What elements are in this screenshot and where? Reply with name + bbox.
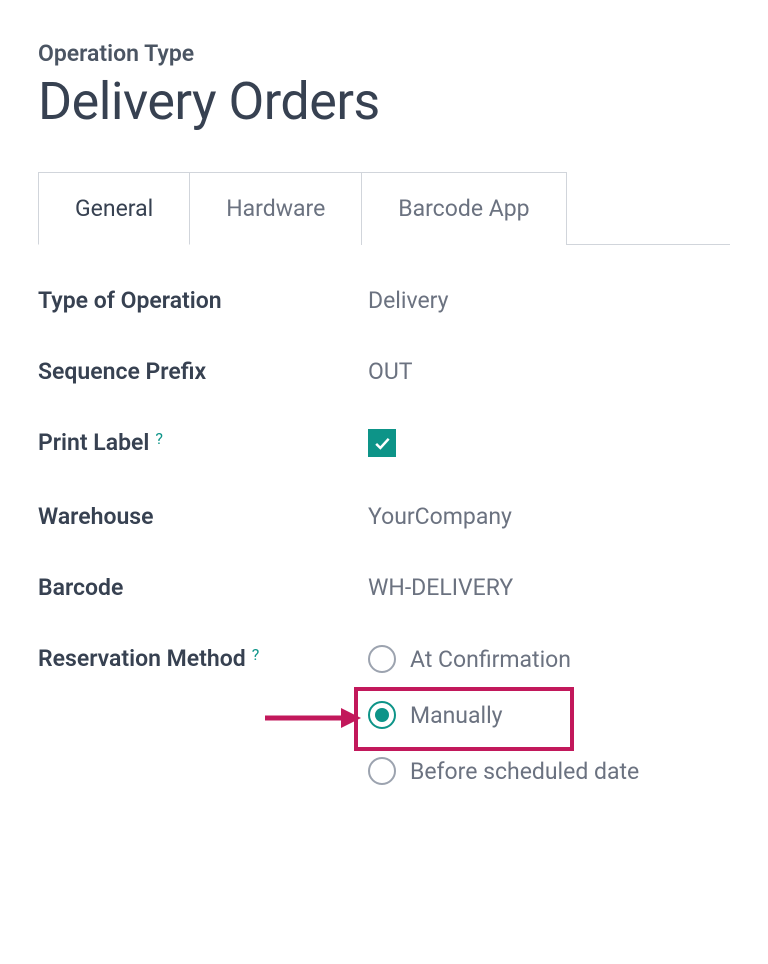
tab-hardware[interactable]: Hardware <box>190 172 362 245</box>
value-reservation-method: At Confirmation Manually Before schedule… <box>368 645 730 785</box>
field-sequence-prefix: Sequence Prefix OUT <box>38 358 730 385</box>
help-icon[interactable]: ? <box>155 429 163 448</box>
value-sequence-prefix: OUT <box>368 358 730 385</box>
value-barcode: WH-DELIVERY <box>368 574 730 601</box>
value-type-of-operation: Delivery <box>368 287 730 314</box>
field-type-of-operation: Type of Operation Delivery <box>38 287 730 314</box>
radio-icon <box>368 701 396 729</box>
radio-label: Before scheduled date <box>410 758 639 785</box>
label-barcode: Barcode <box>38 574 368 601</box>
radio-manually[interactable]: Manually <box>368 701 730 729</box>
label-warehouse: Warehouse <box>38 503 368 530</box>
value-warehouse: YourCompany <box>368 503 730 530</box>
checkbox-print-label[interactable] <box>368 429 396 457</box>
radio-group-reservation: At Confirmation Manually Before schedule… <box>368 645 730 785</box>
label-print-label-text: Print Label <box>38 429 149 456</box>
annotation-arrow-icon <box>263 703 363 733</box>
label-type-of-operation: Type of Operation <box>38 287 368 314</box>
tab-barcode-app[interactable]: Barcode App <box>362 172 566 245</box>
tabs: General Hardware Barcode App <box>38 172 730 245</box>
radio-label: At Confirmation <box>410 646 571 673</box>
label-reservation-method-text: Reservation Method <box>38 645 246 672</box>
radio-at-confirmation[interactable]: At Confirmation <box>368 645 730 673</box>
page-title: Delivery Orders <box>38 71 730 132</box>
tab-general[interactable]: General <box>38 172 190 245</box>
label-print-label: Print Label ? <box>38 429 368 456</box>
field-warehouse: Warehouse YourCompany <box>38 503 730 530</box>
form-label: Operation Type <box>38 40 730 67</box>
radio-before-scheduled-date[interactable]: Before scheduled date <box>368 757 730 785</box>
radio-label: Manually <box>410 702 503 729</box>
label-sequence-prefix: Sequence Prefix <box>38 358 368 385</box>
help-icon[interactable]: ? <box>252 645 260 664</box>
value-print-label <box>368 429 730 459</box>
field-print-label: Print Label ? <box>38 429 730 459</box>
label-reservation-method: Reservation Method ? <box>38 645 368 672</box>
radio-icon <box>368 757 396 785</box>
field-reservation-method: Reservation Method ? At Confirmation Man… <box>38 645 730 785</box>
check-icon <box>372 433 392 453</box>
radio-icon <box>368 645 396 673</box>
field-barcode: Barcode WH-DELIVERY <box>38 574 730 601</box>
form-content: Type of Operation Delivery Sequence Pref… <box>38 245 730 785</box>
